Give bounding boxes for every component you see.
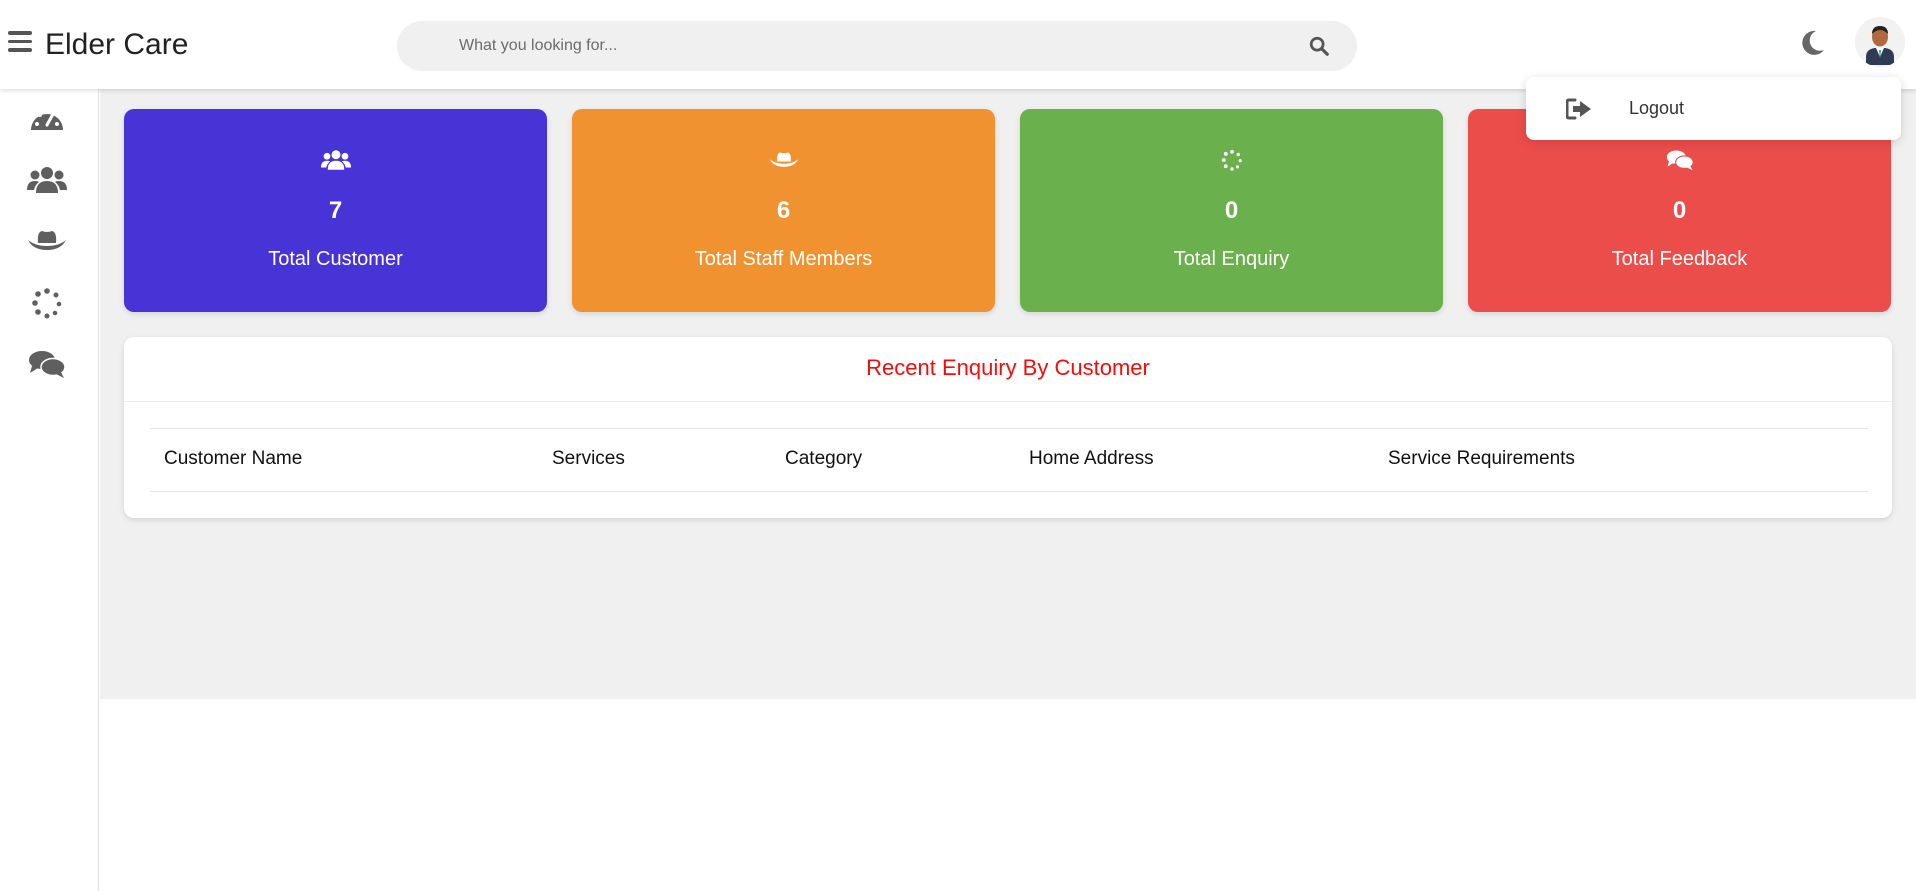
enquiry-table-header: Customer Name Services Category Home Add…	[150, 428, 1868, 492]
cowboy-hat-icon	[28, 231, 66, 250]
stat-label: Total Customer	[268, 248, 403, 270]
sidebar-item-dashboard[interactable]	[26, 101, 68, 137]
column-header-service-requirements: Service Requirements	[1388, 448, 1575, 469]
stat-label: Total Enquiry	[1173, 248, 1290, 270]
stat-count: 0	[1672, 197, 1687, 224]
sidebar-item-enquiry[interactable]	[26, 285, 68, 321]
stat-label: Total Staff Members	[694, 248, 873, 270]
spinner-icon	[32, 288, 62, 319]
top-header: Elder Care	[0, 0, 1916, 89]
spinner-icon	[1221, 149, 1242, 171]
stat-count: 0	[1224, 197, 1239, 224]
column-header-customer-name: Customer Name	[164, 448, 303, 469]
sidebar-item-staff[interactable]	[26, 223, 68, 259]
sign-out-icon	[1566, 98, 1591, 120]
search-input[interactable]	[459, 31, 1239, 61]
cowboy-hat-icon	[769, 152, 798, 167]
stat-label: Total Feedback	[1611, 248, 1748, 270]
column-header-services: Services	[552, 448, 625, 469]
search-bar	[397, 21, 1357, 71]
column-header-home-address: Home Address	[1029, 448, 1154, 469]
user-dropdown-menu: Logout	[1526, 77, 1901, 140]
dark-mode-moon-icon[interactable]	[1797, 28, 1827, 58]
app-title: Elder Care	[45, 28, 189, 61]
stat-card-enquiry[interactable]: 0 Total Enquiry	[1020, 109, 1443, 312]
left-sidebar	[0, 89, 99, 891]
hamburger-menu-icon[interactable]	[8, 31, 32, 53]
sidebar-item-feedback[interactable]	[26, 346, 68, 382]
divider	[124, 401, 1892, 402]
users-icon	[27, 167, 67, 193]
tachometer-icon	[31, 109, 63, 130]
stat-card-customers[interactable]: 7 Total Customer	[124, 109, 547, 312]
comments-icon	[1666, 150, 1694, 171]
stat-card-staff[interactable]: 6 Total Staff Members	[572, 109, 995, 312]
comments-icon	[29, 351, 66, 378]
sidebar-item-customers[interactable]	[26, 162, 68, 198]
main-content: 7 Total Customer 6 Total Staff Members 0…	[100, 89, 1916, 699]
logout-label: Logout	[1629, 98, 1685, 118]
user-avatar-icon	[1855, 17, 1905, 67]
panel-title: Recent Enquiry By Customer	[866, 355, 1150, 380]
stat-count: 7	[328, 197, 343, 224]
recent-enquiry-panel: Recent Enquiry By Customer Customer Name…	[124, 337, 1892, 518]
user-avatar[interactable]	[1855, 17, 1905, 67]
logout-menu-item[interactable]: Logout	[1526, 77, 1901, 140]
column-header-category: Category	[785, 448, 863, 469]
stat-count: 6	[776, 197, 791, 224]
search-icon[interactable]	[1308, 35, 1330, 57]
users-icon	[320, 150, 351, 170]
